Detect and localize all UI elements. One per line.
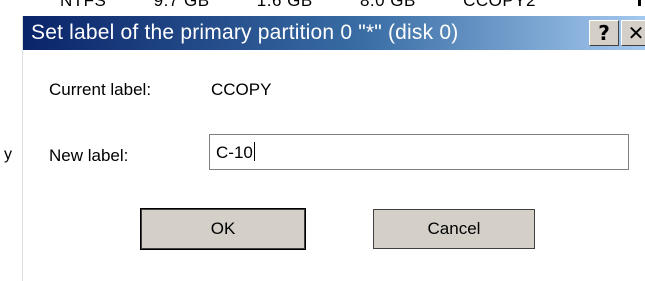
dialog-titlebar[interactable]: Set label of the primary partition 0 "*"… bbox=[23, 16, 645, 50]
cancel-button[interactable]: Cancel bbox=[373, 209, 535, 249]
background-cell: CCOPY2 bbox=[463, 0, 537, 10]
new-label-caption: New label: bbox=[49, 146, 129, 165]
text-caret bbox=[253, 142, 255, 161]
ok-button[interactable]: OK bbox=[140, 208, 306, 250]
background-cell: 1.6 GB bbox=[256, 0, 313, 10]
background-right-tick bbox=[638, 0, 641, 6]
close-icon[interactable]: ✕ bbox=[621, 20, 645, 46]
background-partition-row: NTFS 9.7 GB 1.6 GB 8.0 GB CCOPY2 bbox=[60, 0, 578, 11]
background-cell: 9.7 GB bbox=[153, 0, 210, 10]
background-cell: NTFS bbox=[60, 0, 107, 10]
set-label-dialog: Set label of the primary partition 0 "*"… bbox=[22, 16, 645, 281]
background-cell: 8.0 GB bbox=[359, 0, 416, 10]
new-label-input-value: C-10 bbox=[216, 143, 253, 162]
current-label-caption: Current label: bbox=[49, 80, 152, 99]
new-label-input[interactable]: C-10 bbox=[209, 134, 629, 170]
background-left-fragment: y bbox=[4, 146, 12, 163]
dialog-title: Set label of the primary partition 0 "*"… bbox=[31, 21, 459, 44]
question-mark-icon[interactable]: ? bbox=[589, 20, 619, 46]
current-label-value: CCOPY bbox=[211, 80, 272, 99]
screen: NTFS 9.7 GB 1.6 GB 8.0 GB CCOPY2 y Set l… bbox=[0, 0, 645, 281]
